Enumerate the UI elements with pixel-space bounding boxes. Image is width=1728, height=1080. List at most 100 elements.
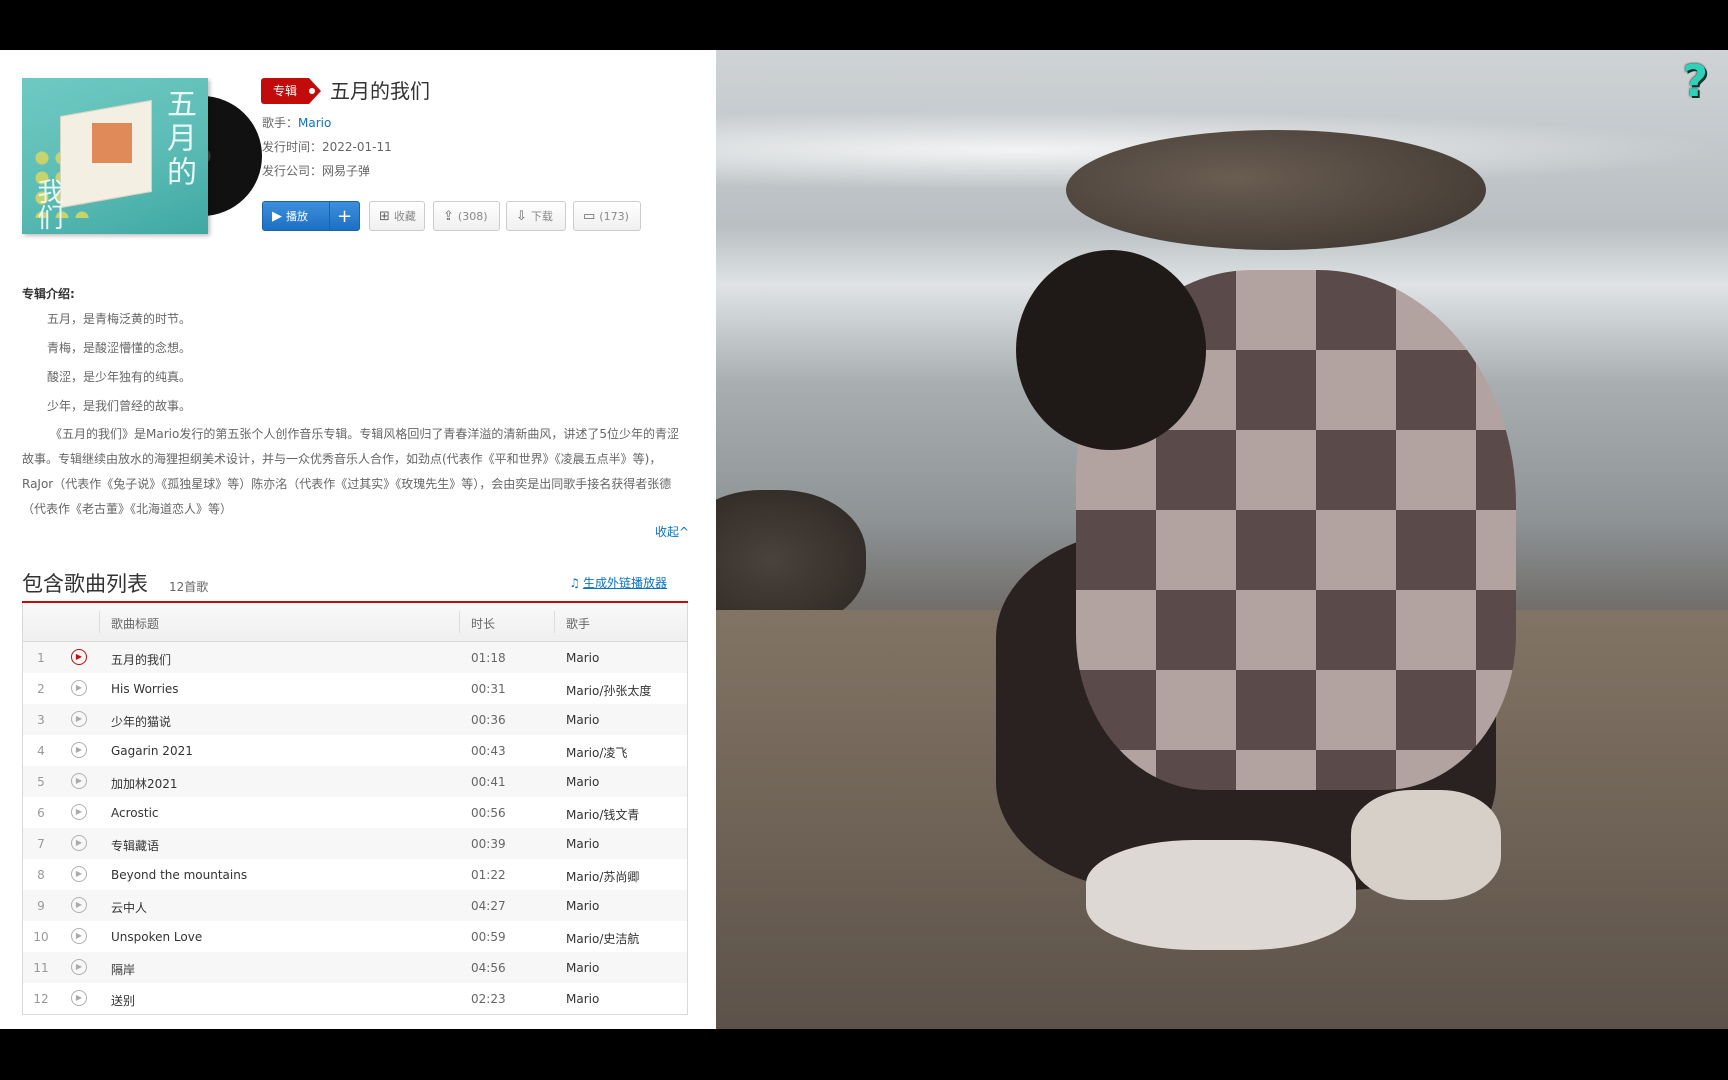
table-row[interactable]: 2 ▶ His Worries 00:31 Mario/孙张太度: [23, 673, 687, 704]
album-cover[interactable]: 五月的 我们: [22, 78, 262, 236]
external-player-link[interactable]: ♫ 生成外链播放器: [569, 574, 667, 591]
album-title: 五月的我们: [330, 79, 430, 103]
track-rows: 1 ▶ 五月的我们 01:18 Mario 2 ▶ His Worries 00:31 Mario…: [23, 642, 687, 1014]
track-name[interactable]: His Worries: [111, 682, 179, 696]
play-track-icon[interactable]: ▶: [71, 959, 87, 975]
cover-art-text: 五月的: [161, 88, 196, 190]
track-artist[interactable]: Mario/孙张太度: [566, 682, 651, 699]
table-row[interactable]: 6 ▶ Acrostic 00:56 Mario/钱文青: [23, 797, 687, 828]
crouching-person: [956, 200, 1516, 1000]
table-row[interactable]: 8 ▶ Beyond the mountains 01:22 Mario/苏尚卿: [23, 859, 687, 890]
tracklist-count: 12首歌: [169, 580, 209, 594]
video-bottom-letterbox: [0, 1029, 1728, 1080]
folder-plus-icon: ⊞: [379, 209, 390, 224]
table-row[interactable]: 12 ▶ 送别 02:23 Mario: [23, 983, 687, 1014]
track-name[interactable]: 送别: [111, 992, 135, 1009]
album-page-panel: 五月的 我们 专辑 五月的我们 歌手：Mario 发行时间：2022-01-11…: [0, 50, 716, 1029]
music-note-icon: ♫: [569, 576, 580, 590]
track-number: 8: [37, 868, 45, 882]
track-number: 5: [37, 775, 45, 789]
company-meta: 发行公司：网易子弹: [262, 164, 371, 178]
cover-art-text-2: 我们: [33, 178, 63, 230]
background-photo: ?: [716, 50, 1728, 1029]
intro-line: 酸涩，是少年独有的纯真。: [47, 370, 192, 384]
add-to-playlist-button[interactable]: +: [329, 201, 360, 231]
comment-button[interactable]: ▭ (173): [573, 201, 641, 231]
col-title: 歌曲标题: [111, 617, 160, 631]
album-cover-art: 五月的 我们: [22, 78, 208, 234]
download-button[interactable]: ⇩ 下载: [506, 201, 566, 231]
share-button[interactable]: ⇪ (308): [433, 201, 500, 231]
track-artist[interactable]: Mario: [566, 837, 599, 851]
table-row[interactable]: 5 ▶ 加加林2021 00:41 Mario: [23, 766, 687, 797]
track-duration: 00:43: [471, 744, 506, 758]
play-track-icon[interactable]: ▶: [71, 773, 87, 789]
track-artist[interactable]: Mario/史洁航: [566, 930, 639, 947]
play-track-icon[interactable]: ▶: [71, 804, 87, 820]
table-row[interactable]: 10 ▶ Unspoken Love 00:59 Mario/史洁航: [23, 921, 687, 952]
track-number: 6: [37, 806, 45, 820]
track-artist[interactable]: Mario/钱文青: [566, 806, 639, 823]
play-track-icon[interactable]: ▶: [71, 990, 87, 1006]
table-row[interactable]: 11 ▶ 隔岸 04:56 Mario: [23, 952, 687, 983]
intro-line: 五月，是青梅泛黄的时节。: [47, 312, 192, 326]
table-row[interactable]: 1 ▶ 五月的我们 01:18 Mario: [23, 642, 687, 673]
track-name[interactable]: Acrostic: [111, 806, 159, 820]
track-duration: 01:18: [471, 651, 506, 665]
play-track-icon[interactable]: ▶: [71, 928, 87, 944]
table-row[interactable]: 3 ▶ 少年的猫说 00:36 Mario: [23, 704, 687, 735]
track-name[interactable]: Unspoken Love: [111, 930, 202, 944]
track-number: 7: [37, 837, 45, 851]
singer-link[interactable]: Mario: [298, 116, 331, 130]
favorite-button[interactable]: ⊞ 收藏: [369, 201, 425, 231]
track-duration: 04:56: [471, 961, 506, 975]
table-row[interactable]: 4 ▶ Gagarin 2021 00:43 Mario/凌飞: [23, 735, 687, 766]
intro-line: 青梅，是酸涩懵懂的念想。: [47, 341, 192, 355]
intro-paragraph: 《五月的我们》是Mario发行的第五张个人创作音乐专辑。专辑风格回归了青春洋溢的…: [22, 427, 679, 516]
track-duration: 02:23: [471, 992, 506, 1006]
track-name[interactable]: 少年的猫说: [111, 713, 171, 730]
track-artist[interactable]: Mario: [566, 961, 599, 975]
intro-line: 少年，是我们曾经的故事。: [47, 399, 192, 413]
table-row[interactable]: 7 ▶ 专辑藏语 00:39 Mario: [23, 828, 687, 859]
track-name[interactable]: Gagarin 2021: [111, 744, 193, 758]
comment-icon: ▭: [583, 209, 596, 224]
play-button[interactable]: ▶ 播放: [262, 201, 330, 231]
track-number: 1: [37, 651, 45, 665]
track-artist[interactable]: Mario: [566, 713, 599, 727]
play-track-icon[interactable]: ▶: [71, 680, 87, 696]
track-artist[interactable]: Mario: [566, 992, 599, 1006]
play-track-icon[interactable]: ▶: [71, 835, 87, 851]
table-row[interactable]: 9 ▶ 云中人 04:27 Mario: [23, 890, 687, 921]
track-name[interactable]: 五月的我们: [111, 651, 171, 668]
help-icon[interactable]: ?: [1682, 56, 1708, 107]
track-name[interactable]: 隔岸: [111, 961, 135, 978]
collapse-link[interactable]: 收起^: [655, 523, 689, 540]
intro-heading: 专辑介绍:: [22, 287, 75, 301]
tracklist-title: 包含歌曲列表: [22, 572, 148, 596]
track-artist[interactable]: Mario: [566, 775, 599, 789]
track-artist[interactable]: Mario: [566, 651, 599, 665]
play-track-icon[interactable]: ▶: [71, 649, 87, 665]
release-meta: 发行时间：2022-01-11: [262, 140, 392, 154]
track-name[interactable]: 云中人: [111, 899, 147, 916]
track-artist[interactable]: Mario: [566, 899, 599, 913]
track-name[interactable]: 加加林2021: [111, 775, 178, 792]
track-duration: 00:41: [471, 775, 506, 789]
track-name[interactable]: Beyond the mountains: [111, 868, 247, 882]
track-name[interactable]: 专辑藏语: [111, 837, 159, 854]
col-duration: 时长: [471, 617, 496, 631]
track-duration: 00:39: [471, 837, 506, 851]
track-table-header: 歌曲标题 时长 歌手: [23, 603, 687, 642]
track-artist[interactable]: Mario/凌飞: [566, 744, 627, 761]
track-artist[interactable]: Mario/苏尚卿: [566, 868, 639, 885]
track-duration: 00:56: [471, 806, 506, 820]
play-track-icon[interactable]: ▶: [71, 866, 87, 882]
play-track-icon[interactable]: ▶: [71, 711, 87, 727]
play-icon: ▶: [272, 209, 282, 224]
play-track-icon[interactable]: ▶: [71, 742, 87, 758]
track-number: 10: [33, 930, 49, 944]
play-track-icon[interactable]: ▶: [71, 897, 87, 913]
track-duration: 00:31: [471, 682, 506, 696]
track-duration: 00:59: [471, 930, 506, 944]
